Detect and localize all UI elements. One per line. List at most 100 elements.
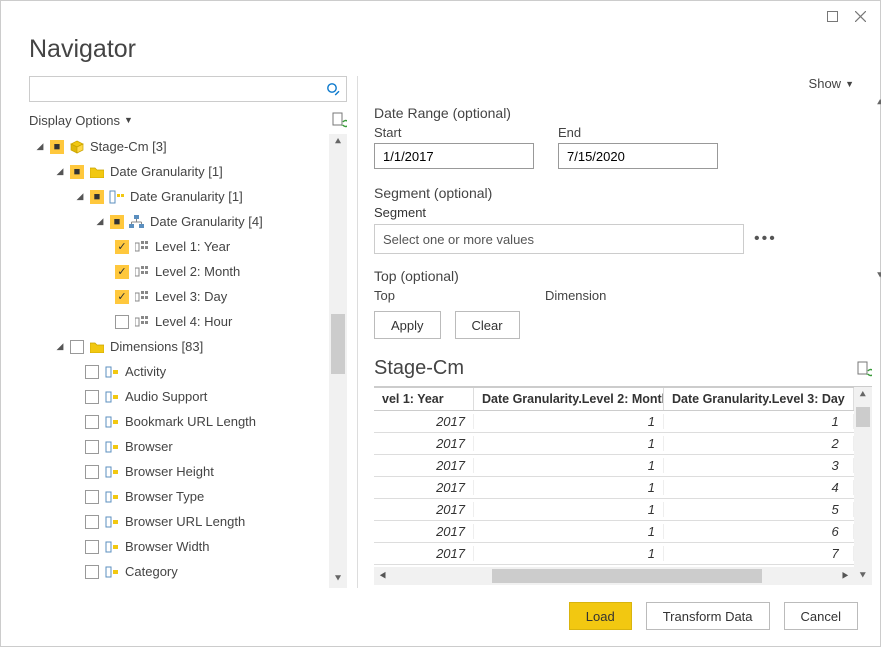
tree-node-level-month[interactable]: ✓ Level 2: Month: [29, 259, 325, 284]
transform-data-button[interactable]: Transform Data: [646, 602, 770, 630]
tree-node-browser-width[interactable]: Browser Width: [29, 534, 325, 559]
grid-vscrollbar[interactable]: ⯅ ⯆: [854, 387, 872, 585]
checkbox[interactable]: [70, 340, 84, 354]
table-cell: 1: [474, 436, 664, 451]
load-label: Load: [586, 609, 615, 624]
tree-node-browser-url-length[interactable]: Browser URL Length: [29, 509, 325, 534]
table-row[interactable]: 201715: [374, 499, 854, 521]
checkbox[interactable]: [85, 415, 99, 429]
checkbox[interactable]: ✓: [115, 240, 129, 254]
scroll-down-icon[interactable]: ⯆: [854, 570, 872, 583]
search-button[interactable]: [320, 82, 346, 96]
show-dropdown[interactable]: Show ▼: [809, 76, 854, 91]
tree-node-activity[interactable]: Activity: [29, 359, 325, 384]
tree-node-browser[interactable]: Browser: [29, 434, 325, 459]
table-row[interactable]: 201717: [374, 543, 854, 565]
tree-node-browser-type[interactable]: Browser Type: [29, 484, 325, 509]
checkbox[interactable]: [85, 540, 99, 554]
tree-label: Activity: [125, 364, 166, 379]
tree-scrollbar[interactable]: ⯅ ⯆: [329, 134, 347, 588]
display-options-dropdown[interactable]: Display Options ▼: [29, 113, 133, 128]
scroll-thumb[interactable]: [331, 314, 345, 374]
tree-node-level-hour[interactable]: Level 4: Hour: [29, 309, 325, 334]
checkbox[interactable]: ✓: [115, 290, 129, 304]
column-icon: [104, 564, 120, 580]
tree-label: Level 2: Month: [155, 264, 240, 279]
window-maximize-button[interactable]: [818, 5, 846, 27]
table-row[interactable]: 201711: [374, 411, 854, 433]
checkbox[interactable]: [85, 365, 99, 379]
scroll-right-icon[interactable]: ⯈: [836, 569, 854, 584]
tree-node-dimensions[interactable]: ◢ Dimensions [83]: [29, 334, 325, 359]
checkbox[interactable]: [85, 490, 99, 504]
scroll-thumb[interactable]: [492, 569, 762, 583]
tree-node-category[interactable]: Category: [29, 559, 325, 584]
table-cell: 3: [664, 458, 854, 473]
scroll-up-icon[interactable]: ⯅: [329, 136, 347, 149]
table-row[interactable]: 201713: [374, 455, 854, 477]
square-icon: [827, 11, 838, 22]
folder-icon: [89, 339, 105, 355]
search-input[interactable]: [30, 78, 320, 100]
checkbox[interactable]: ■: [110, 215, 124, 229]
expander-icon[interactable]: ◢: [55, 166, 65, 177]
checkbox[interactable]: [115, 315, 129, 329]
tree-node-level-year[interactable]: ✓ Level 1: Year: [29, 234, 325, 259]
grid-header-year[interactable]: vel 1: Year: [374, 388, 474, 410]
tree-node-bookmark-url-length[interactable]: Bookmark URL Length: [29, 409, 325, 434]
checkbox[interactable]: ■: [70, 165, 84, 179]
tree-node-audio-support[interactable]: Audio Support: [29, 384, 325, 409]
tree-label: Browser Type: [125, 489, 204, 504]
checkbox[interactable]: [85, 465, 99, 479]
grid-header-month[interactable]: Date Granularity.Level 2: Month: [474, 388, 664, 410]
start-field: Start: [374, 125, 534, 169]
cancel-button[interactable]: Cancel: [784, 602, 858, 630]
checkbox[interactable]: [85, 440, 99, 454]
window-close-button[interactable]: [846, 5, 874, 27]
checkbox[interactable]: [85, 515, 99, 529]
checkbox[interactable]: ■: [50, 140, 64, 154]
tree-node-dg2[interactable]: ◢ ■ Date Granularity [1]: [29, 184, 325, 209]
load-button[interactable]: Load: [569, 602, 632, 630]
checkbox[interactable]: [85, 390, 99, 404]
cancel-label: Cancel: [801, 609, 841, 624]
checkbox[interactable]: ■: [90, 190, 104, 204]
tree-node-browser-height[interactable]: Browser Height: [29, 459, 325, 484]
table-cell: 1: [474, 502, 664, 517]
checkbox[interactable]: ✓: [115, 265, 129, 279]
scroll-thumb[interactable]: [856, 407, 870, 427]
tree-node-level-day[interactable]: ✓ Level 3: Day: [29, 284, 325, 309]
end-input[interactable]: [558, 143, 718, 169]
table-row[interactable]: 201712: [374, 433, 854, 455]
tree-label: Level 1: Year: [155, 239, 230, 254]
apply-button[interactable]: Apply: [374, 311, 441, 339]
table-cell: 2017: [374, 436, 474, 451]
segment-select[interactable]: Select one or more values: [374, 224, 744, 254]
tree-node-stage[interactable]: ◢ ■ Stage-Cm [3]: [29, 134, 325, 159]
close-icon: [855, 11, 866, 22]
grid-hscrollbar[interactable]: ⯇ ⯈: [374, 567, 854, 585]
refresh-button[interactable]: [331, 112, 347, 128]
segment-more-button[interactable]: •••: [754, 230, 777, 248]
scroll-up-icon[interactable]: ⯅: [854, 389, 872, 402]
clear-button[interactable]: Clear: [455, 311, 520, 339]
preview-refresh-button[interactable]: [856, 361, 872, 377]
expander-icon[interactable]: ◢: [35, 141, 45, 152]
table-row[interactable]: 201714: [374, 477, 854, 499]
expander-icon[interactable]: ◢: [75, 191, 85, 202]
search-box[interactable]: [29, 76, 347, 102]
scroll-track[interactable]: [392, 567, 836, 585]
refresh-icon: [331, 112, 347, 128]
expander-icon[interactable]: ◢: [55, 341, 65, 352]
table-cell: 1: [474, 546, 664, 561]
scroll-down-icon[interactable]: ⯆: [329, 573, 347, 586]
grid-header-day[interactable]: Date Granularity.Level 3: Day: [664, 388, 854, 410]
tree-node-dg1[interactable]: ◢ ■ Date Granularity [1]: [29, 159, 325, 184]
checkbox[interactable]: [85, 565, 99, 579]
expander-icon[interactable]: ◢: [95, 216, 105, 227]
tree-label: Browser Width: [125, 539, 210, 554]
scroll-left-icon[interactable]: ⯇: [374, 569, 392, 584]
start-input[interactable]: [374, 143, 534, 169]
table-row[interactable]: 201716: [374, 521, 854, 543]
tree-node-dg3[interactable]: ◢ ■ Date Granularity [4]: [29, 209, 325, 234]
